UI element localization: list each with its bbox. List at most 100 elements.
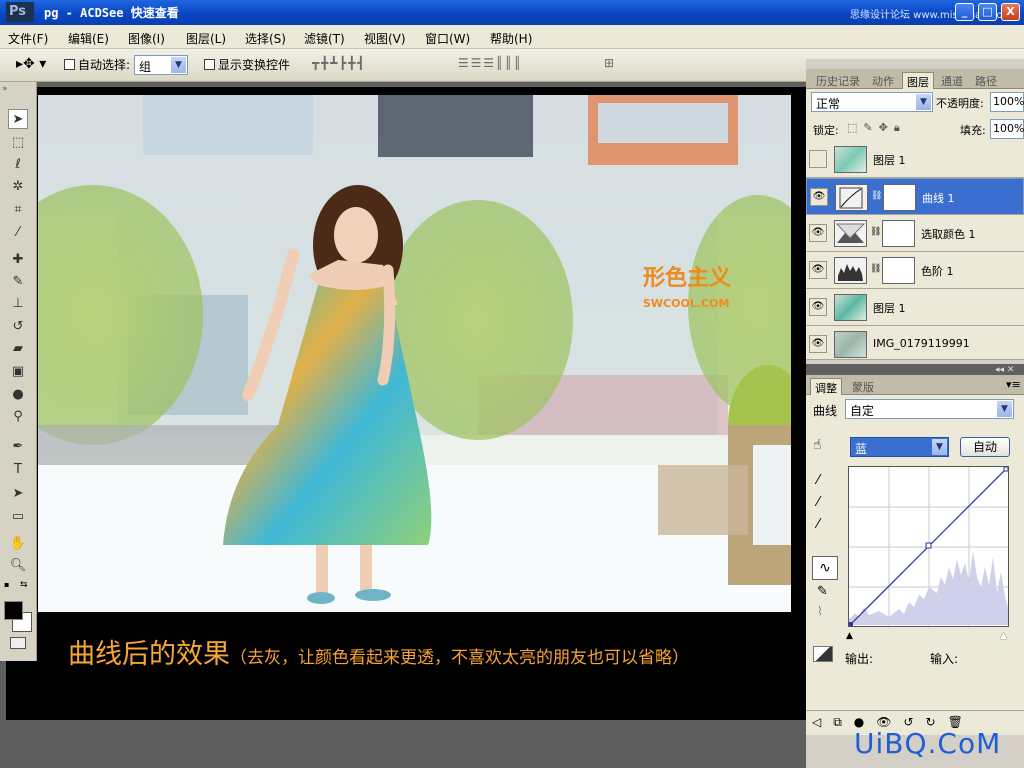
tab-channels[interactable]: 通道 bbox=[937, 72, 967, 89]
menu-select[interactable]: 选择(S) bbox=[245, 30, 286, 47]
brush-tool-icon[interactable]: ✎ bbox=[8, 272, 28, 292]
auto-button[interactable]: 自动 bbox=[960, 437, 1010, 457]
path-selection-icon[interactable]: ➤ bbox=[8, 484, 28, 504]
eye-icon[interactable]: 👁︎ bbox=[809, 298, 827, 316]
menu-image[interactable]: 图像(I) bbox=[128, 30, 165, 47]
channel-value: 蓝 bbox=[855, 442, 868, 456]
input-label: 输入: bbox=[930, 652, 959, 666]
clipping-icon[interactable] bbox=[813, 646, 833, 662]
tab-paths[interactable]: 路径 bbox=[971, 72, 1001, 89]
align-buttons-icon[interactable]: ┳ ╋ ┻ ┣ ╋ ┫ bbox=[312, 56, 364, 74]
layer-mask-thumbnail bbox=[882, 257, 915, 284]
distribute-buttons-icon[interactable]: ☰ ☰ ☰ ║ ║ ║ bbox=[458, 56, 521, 74]
visibility-toggle-off[interactable] bbox=[809, 150, 827, 168]
curves-preset-dropdown[interactable]: 自定 ▼ bbox=[845, 399, 1014, 419]
maximize-button[interactable]: □ bbox=[978, 3, 997, 21]
hand-tool-icon[interactable]: ✋ bbox=[8, 534, 28, 554]
move-tool-icon[interactable]: ▸✥ ▾ bbox=[16, 56, 46, 72]
eye-icon[interactable]: 👁︎ bbox=[809, 335, 827, 353]
layer-row[interactable]: 👁︎ 图层 1 bbox=[806, 289, 1024, 326]
menu-layer[interactable]: 图层(L) bbox=[186, 30, 226, 47]
fill-input[interactable]: 100% bbox=[990, 119, 1024, 139]
auto-select-checkbox[interactable] bbox=[64, 59, 75, 70]
eyedropper-icons[interactable]: ⁄ ⁄ ⁄ bbox=[817, 470, 819, 536]
default-colors-icon[interactable]: ▪ bbox=[4, 580, 14, 590]
menu-edit[interactable]: 编辑(E) bbox=[68, 30, 109, 47]
layer-row[interactable]: 👁︎ IMG_0179119991 bbox=[806, 326, 1024, 360]
gradient-tool-icon[interactable]: ▣ bbox=[8, 362, 28, 382]
pencil-icon[interactable]: ✎ bbox=[817, 584, 828, 599]
layer-row[interactable]: 👁︎ ⛓ 色阶 1 bbox=[806, 252, 1024, 289]
tab-masks[interactable]: 蒙版 bbox=[848, 378, 878, 395]
white-point-slider-icon[interactable]: ▲ bbox=[1000, 631, 1007, 641]
eraser-icon[interactable]: ▰ bbox=[8, 339, 28, 359]
smooth-icon[interactable]: ⌇ bbox=[817, 604, 823, 618]
quick-mask-icon[interactable] bbox=[10, 637, 26, 649]
shape-tool-icon[interactable]: ▭ bbox=[8, 507, 28, 527]
menu-window[interactable]: 窗口(W) bbox=[425, 30, 470, 47]
show-transform-label: 显示变换控件 bbox=[218, 58, 291, 72]
photo-watermark-url: SWCOOL.COM bbox=[643, 297, 729, 310]
auto-select-value: 组 bbox=[139, 60, 152, 74]
tab-layers[interactable]: 图层 bbox=[902, 72, 934, 89]
curve-edit-icon[interactable]: ∿ bbox=[812, 556, 838, 580]
eye-icon[interactable]: 👁︎ bbox=[810, 188, 828, 206]
dodge-tool-icon[interactable]: ⚲ bbox=[8, 407, 28, 427]
crop-tool-icon[interactable]: ⌗ bbox=[8, 200, 28, 220]
opacity-input[interactable]: 100% bbox=[990, 92, 1024, 112]
curves-graph[interactable] bbox=[848, 466, 1009, 627]
auto-align-icon[interactable]: ⊞ bbox=[604, 56, 614, 74]
black-point-slider-icon[interactable]: ▲ bbox=[846, 631, 853, 641]
layer-row[interactable]: 图层 1 bbox=[806, 141, 1024, 178]
menu-filter[interactable]: 滤镜(T) bbox=[304, 30, 345, 47]
toolbox-collapse-icon[interactable]: » bbox=[2, 84, 8, 94]
layer-row[interactable]: 👁︎ ⛓ 选取颜色 1 bbox=[806, 215, 1024, 252]
channel-dropdown[interactable]: 蓝 ▼ bbox=[850, 437, 949, 457]
layer-name: 选取颜色 1 bbox=[921, 228, 976, 241]
layer-row-selected[interactable]: 👁︎ ⛓ 曲线 1 bbox=[806, 178, 1024, 215]
marquee-tool-icon[interactable]: ⬚ bbox=[8, 133, 28, 153]
show-transform-checkbox[interactable] bbox=[204, 59, 215, 70]
pen-tool-icon[interactable]: ✒ bbox=[8, 437, 28, 457]
blur-tool-icon[interactable]: ● bbox=[8, 385, 28, 405]
foreground-color-swatch[interactable] bbox=[4, 601, 23, 620]
caption-text: 曲线后的效果（去灰，让颜色看起来更透，不喜欢太亮的朋友也可以省略） bbox=[68, 632, 689, 671]
output-label: 输出: bbox=[845, 652, 874, 666]
menu-file[interactable]: 文件(F) bbox=[8, 30, 48, 47]
layer-thumbnail bbox=[834, 146, 867, 173]
magic-wand-icon[interactable]: ✲ bbox=[8, 177, 28, 197]
type-tool-icon[interactable]: T bbox=[8, 460, 28, 480]
tab-history[interactable]: 历史记录 bbox=[812, 72, 864, 89]
layer-thumbnail bbox=[834, 331, 867, 358]
link-icon: ⛓ bbox=[871, 191, 883, 201]
eyedropper-icon[interactable]: ⁄ bbox=[8, 223, 28, 243]
stamp-tool-icon[interactable]: ⊥ bbox=[8, 294, 28, 314]
minimize-button[interactable]: _ bbox=[955, 3, 974, 21]
swap-colors-icon[interactable]: ⇆ bbox=[20, 580, 28, 590]
panel-collapse-icon[interactable]: ◂◂ ✕ bbox=[995, 365, 1014, 375]
menu-help[interactable]: 帮助(H) bbox=[490, 30, 532, 47]
move-tool-icon[interactable]: ➤ bbox=[8, 109, 28, 129]
menu-bar: 文件(F) 编辑(E) 图像(I) 图层(L) 选择(S) 滤镜(T) 视图(V… bbox=[0, 25, 1024, 49]
layer-mask-thumbnail bbox=[883, 184, 916, 211]
menu-view[interactable]: 视图(V) bbox=[364, 30, 406, 47]
tab-adjustments[interactable]: 调整 bbox=[810, 378, 842, 395]
panel-menu-icon[interactable]: ▾≡ bbox=[1006, 378, 1021, 391]
lasso-tool-icon[interactable]: ℓ bbox=[8, 155, 28, 175]
lock-label: 锁定: bbox=[813, 124, 839, 137]
zoom-tool-icon[interactable]: 🔍︎ bbox=[8, 556, 28, 576]
eye-icon[interactable]: 👁︎ bbox=[809, 224, 827, 242]
close-button[interactable]: X bbox=[1001, 3, 1020, 21]
history-brush-icon[interactable]: ↺ bbox=[8, 317, 28, 337]
auto-select-dropdown[interactable]: 组 ▼ bbox=[134, 55, 188, 75]
layer-mask-thumbnail bbox=[882, 220, 915, 247]
link-icon: ⛓ bbox=[870, 264, 882, 274]
layer-name: 图层 1 bbox=[873, 154, 906, 167]
on-image-adjust-icon[interactable]: ☝ bbox=[813, 437, 822, 453]
eye-icon[interactable]: 👁︎ bbox=[809, 261, 827, 279]
blend-mode-dropdown[interactable]: 正常 ▼ bbox=[811, 92, 933, 112]
tab-actions[interactable]: 动作 bbox=[868, 72, 898, 89]
healing-brush-icon[interactable]: ✚ bbox=[8, 250, 28, 270]
lock-icons[interactable]: ⬚✎✥🔒︎ bbox=[847, 121, 906, 135]
toolbox: » ➤ ⬚ ℓ ✲ ⌗ ⁄ ✚ ✎ ⊥ ↺ ▰ ▣ ● ⚲ ✒ T ➤ ▭ ✋ … bbox=[0, 82, 37, 661]
